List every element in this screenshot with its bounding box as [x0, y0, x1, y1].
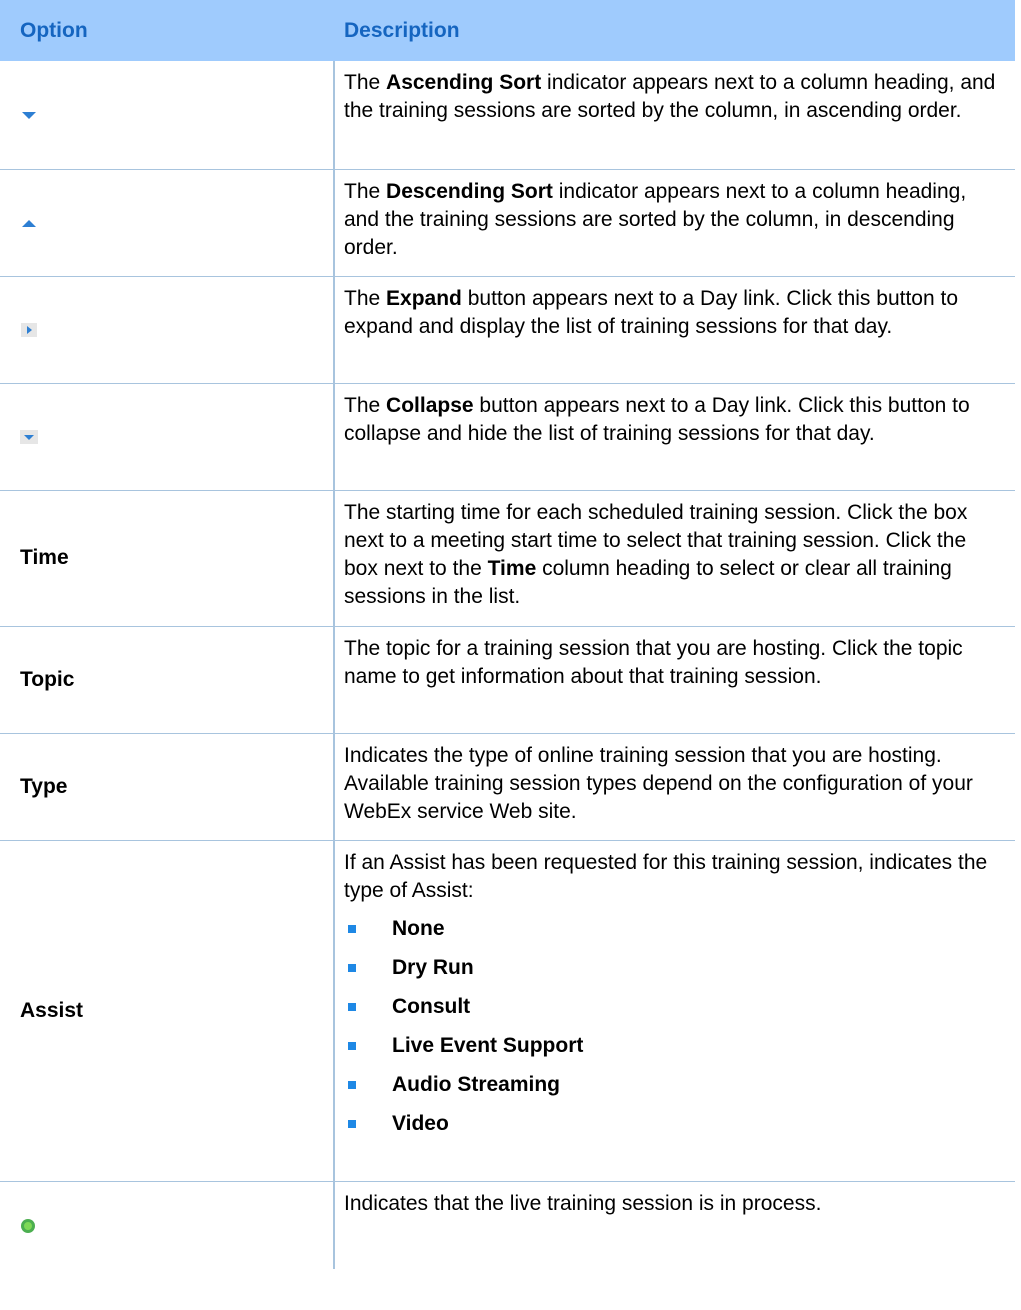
- list-item: Audio Streaming: [344, 1065, 1001, 1104]
- option-label-type: Type: [0, 733, 335, 841]
- description-text: The: [344, 286, 387, 310]
- table-row-topic: Topic The topic for a training session t…: [0, 626, 1015, 734]
- table-row-ascending-sort: The Ascending Sort indicator appears nex…: [0, 61, 1015, 170]
- list-item: Consult: [344, 987, 1001, 1026]
- table-row-in-process: Indicates that the live training session…: [0, 1181, 1015, 1269]
- description-cell: The Descending Sort indicator appears ne…: [334, 169, 1015, 277]
- green-status-dot-icon: [21, 1218, 35, 1233]
- description-text: The: [344, 71, 387, 94]
- description-column-header: Description: [334, 0, 1015, 61]
- description-text: Indicates that the live training session…: [344, 1191, 822, 1215]
- description-text: The topic for a training session that yo…: [334, 626, 1015, 734]
- option-cell: [0, 1181, 335, 1269]
- assist-type-list: None Dry Run Consult Live Event Support …: [344, 909, 1001, 1143]
- description-bold-term: Time: [487, 556, 537, 580]
- description-text: The: [344, 179, 387, 203]
- expand-arrow-icon: [21, 322, 37, 337]
- table-row-assist: Assist If an Assist has been requested f…: [0, 840, 1015, 1182]
- table-row-descending-sort: The Descending Sort indicator appears ne…: [0, 169, 1015, 277]
- description-text: Indicates the type of online training se…: [334, 733, 1015, 841]
- description-bold-term: Ascending Sort: [386, 71, 542, 94]
- table-row-expand: The Expand button appears next to a Day …: [0, 276, 1015, 384]
- description-cell: If an Assist has been requested for this…: [334, 840, 1015, 1182]
- description-bold-term: Descending Sort: [386, 179, 553, 203]
- list-item: Dry Run: [344, 948, 1001, 987]
- collapse-arrow-icon: [20, 429, 38, 444]
- description-text: The: [344, 393, 387, 417]
- description-cell: The Expand button appears next to a Day …: [334, 276, 1015, 384]
- option-cell: [0, 276, 335, 384]
- option-cell: [0, 169, 335, 277]
- description-cell: The starting time for each scheduled tra…: [334, 490, 1015, 627]
- table-row-collapse: The Collapse button appears next to a Da…: [0, 383, 1015, 491]
- description-cell: The Ascending Sort indicator appears nex…: [334, 61, 1015, 170]
- list-item: Video: [344, 1104, 1001, 1143]
- table-row-time: Time The starting time for each schedule…: [0, 490, 1015, 627]
- options-table: Option Description The Ascending Sort in…: [0, 0, 1015, 1269]
- table-row-type: Type Indicates the type of online traini…: [0, 733, 1015, 841]
- option-label-time: Time: [0, 490, 335, 627]
- options-page: Option Description The Ascending Sort in…: [0, 0, 1021, 1310]
- option-column-header: Option: [0, 0, 334, 61]
- option-cell: [0, 61, 335, 170]
- option-label-assist: Assist: [0, 840, 335, 1182]
- sort-ascending-arrow-icon: [22, 112, 36, 120]
- list-item: Live Event Support: [344, 1026, 1001, 1065]
- sort-descending-arrow-icon: [22, 219, 36, 227]
- description-text: If an Assist has been requested for this…: [344, 850, 988, 902]
- option-cell: [0, 383, 335, 491]
- list-item: None: [344, 909, 1001, 948]
- description-bold-term: Collapse: [386, 393, 474, 417]
- description-bold-term: Expand: [386, 286, 462, 310]
- table-header-row: Option Description: [0, 0, 1015, 61]
- description-cell: The Collapse button appears next to a Da…: [334, 383, 1015, 491]
- option-label-topic: Topic: [0, 626, 335, 734]
